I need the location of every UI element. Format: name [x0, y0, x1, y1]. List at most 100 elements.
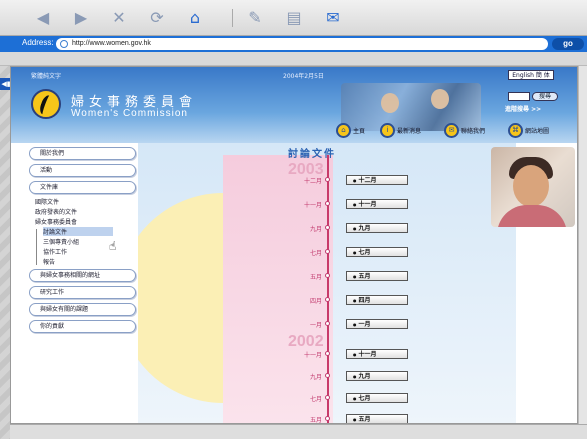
browser-sidebar-tab[interactable]: ◀▮ [0, 66, 12, 439]
timeline-dot [325, 177, 330, 182]
go-label: go [563, 39, 573, 48]
nav-contact-label: 聯絡我們 [461, 127, 486, 135]
timeline-dot [325, 416, 330, 421]
month-label: 九月 [309, 374, 322, 381]
search-button[interactable]: 搜尋 [532, 92, 558, 101]
menu-about[interactable]: 關於我們 [29, 147, 136, 160]
timeline-line [327, 155, 329, 423]
back-icon[interactable]: ◀ [32, 8, 54, 28]
address-label: Address: [22, 38, 54, 47]
toolbar-gap [0, 52, 587, 66]
print-icon[interactable]: ▤ [283, 8, 305, 28]
month-button[interactable]: 一月 [346, 319, 408, 329]
month-button[interactable]: 四月 [346, 295, 408, 305]
menu-research[interactable]: 研究工作 [29, 286, 136, 299]
sub-collaboration[interactable]: 協作工作 [43, 247, 67, 256]
mail-icon[interactable]: ✉ [322, 8, 344, 28]
menu-library[interactable]: 文件庫 [29, 181, 136, 194]
submenu-tree-line [36, 229, 37, 265]
month-label: 九月 [309, 226, 322, 233]
nav-sitemap[interactable]: ⌘ 網站地圖 [508, 122, 549, 138]
top-navigation: ⌂ 主頁 i 最新消息 ✉ 聯絡我們 ⌘ 網站地圖 [336, 122, 576, 138]
month-label: 一月 [309, 322, 322, 329]
page-title: 討論文件 [288, 149, 336, 160]
month-label: 十二月 [303, 178, 322, 185]
sub-discussion-papers[interactable]: 討論文件 [43, 227, 113, 236]
url-text: http://www.women.gov.hk [72, 40, 151, 47]
menu-activities[interactable]: 活動 [29, 164, 136, 177]
photo-face [381, 93, 399, 113]
month-button[interactable]: 九月 [346, 371, 408, 381]
refresh-icon[interactable]: ⟳ [146, 8, 168, 28]
month-button[interactable]: 十一月 [346, 349, 408, 359]
woman-portrait-photo [491, 147, 575, 227]
address-bar: Address: http://www.women.gov.hk go [0, 36, 587, 52]
site-header: 繁體純文字 2004年2月5日 English 簡 体 婦女事務委員會 Wome… [11, 67, 577, 143]
timeline-dot [325, 321, 330, 326]
sub-government-docs[interactable]: 政府發表的文件 [35, 207, 77, 216]
month-label: 七月 [309, 250, 322, 257]
month-label: 七月 [309, 396, 322, 403]
page-viewport: 繁體純文字 2004年2月5日 English 簡 体 婦女事務委員會 Wome… [10, 66, 578, 424]
month-button[interactable]: 十一月 [346, 199, 408, 209]
browser-toolbar: ◀ ▶ ✕ ⟳ ⌂ ✎ ▤ ✉ [0, 0, 587, 36]
nav-sitemap-label: 網站地圖 [525, 127, 550, 135]
month-button[interactable]: 七月 [346, 247, 408, 257]
nav-home[interactable]: ⌂ 主頁 [336, 122, 365, 138]
month-button[interactable]: 五月 [346, 271, 408, 281]
month-label: 十一月 [303, 202, 322, 209]
current-date: 2004年2月5日 [283, 73, 324, 80]
mail-icon: ✉ [444, 122, 459, 138]
year-2002: 2002 [288, 333, 324, 350]
go-button[interactable]: go [552, 38, 584, 50]
timeline-dot [325, 249, 330, 254]
timeline-dot [325, 297, 330, 302]
sub-commission[interactable]: 婦女事務委員會 [35, 217, 77, 226]
timeline-band [223, 155, 333, 423]
sub-task-forces[interactable]: 三個專責小組 [43, 237, 79, 246]
timeline-dot [325, 225, 330, 230]
timeline-dot [325, 373, 330, 378]
language-switch[interactable]: English 簡 体 [508, 70, 554, 80]
nav-contact[interactable]: ✉ 聯絡我們 [444, 122, 485, 138]
photo-face [431, 89, 449, 109]
url-input[interactable]: http://www.women.gov.hk [56, 38, 548, 50]
month-label: 五月 [309, 417, 322, 424]
month-label: 五月 [309, 274, 322, 281]
search-input[interactable] [508, 92, 530, 101]
text-only-link[interactable]: 繁體純文字 [31, 71, 61, 80]
month-button[interactable]: 九月 [346, 223, 408, 233]
timeline-area: 討論文件 2003 十二月 十二月 十一月 十一月 九月 九月 七月 七月 五月… [138, 143, 516, 424]
sitemap-icon: ⌘ [508, 122, 523, 138]
photo-body [497, 205, 567, 227]
status-bar [10, 424, 587, 439]
month-label: 四月 [309, 298, 322, 305]
sub-international-docs[interactable]: 國際文件 [35, 197, 59, 206]
timeline-dot [325, 351, 330, 356]
timeline-dot [325, 201, 330, 206]
globe-icon [60, 40, 68, 48]
nav-news-label: 最新消息 [397, 127, 422, 135]
advanced-search-link[interactable]: 進階搜尋 >> [505, 104, 541, 113]
month-button[interactable]: 七月 [346, 393, 408, 403]
month-button[interactable]: 十二月 [346, 175, 408, 185]
menu-related-links[interactable]: 與婦女事務相關的網址 [29, 269, 136, 282]
edit-icon[interactable]: ✎ [244, 8, 266, 28]
hand-cursor-icon: ☝ [109, 239, 117, 253]
month-label: 十一月 [303, 352, 322, 359]
sub-reports[interactable]: 報告 [43, 257, 55, 266]
stop-icon[interactable]: ✕ [108, 8, 130, 28]
menu-women-issues[interactable]: 與婦女有關的課題 [29, 303, 136, 316]
nav-news[interactable]: i 最新消息 [380, 122, 421, 138]
home-icon[interactable]: ⌂ [184, 8, 206, 28]
site-title-en: Women's Commission [71, 108, 188, 119]
news-icon: i [380, 122, 395, 138]
menu-contribution[interactable]: 你的貢獻 [29, 320, 136, 333]
timeline-dot [325, 395, 330, 400]
vertical-scrollbar[interactable] [578, 66, 587, 424]
home-icon: ⌂ [336, 122, 351, 138]
toolbar-separator [232, 9, 233, 27]
commission-logo-icon [31, 89, 61, 119]
month-button[interactable]: 五月 [346, 414, 408, 423]
forward-icon[interactable]: ▶ [70, 8, 92, 28]
